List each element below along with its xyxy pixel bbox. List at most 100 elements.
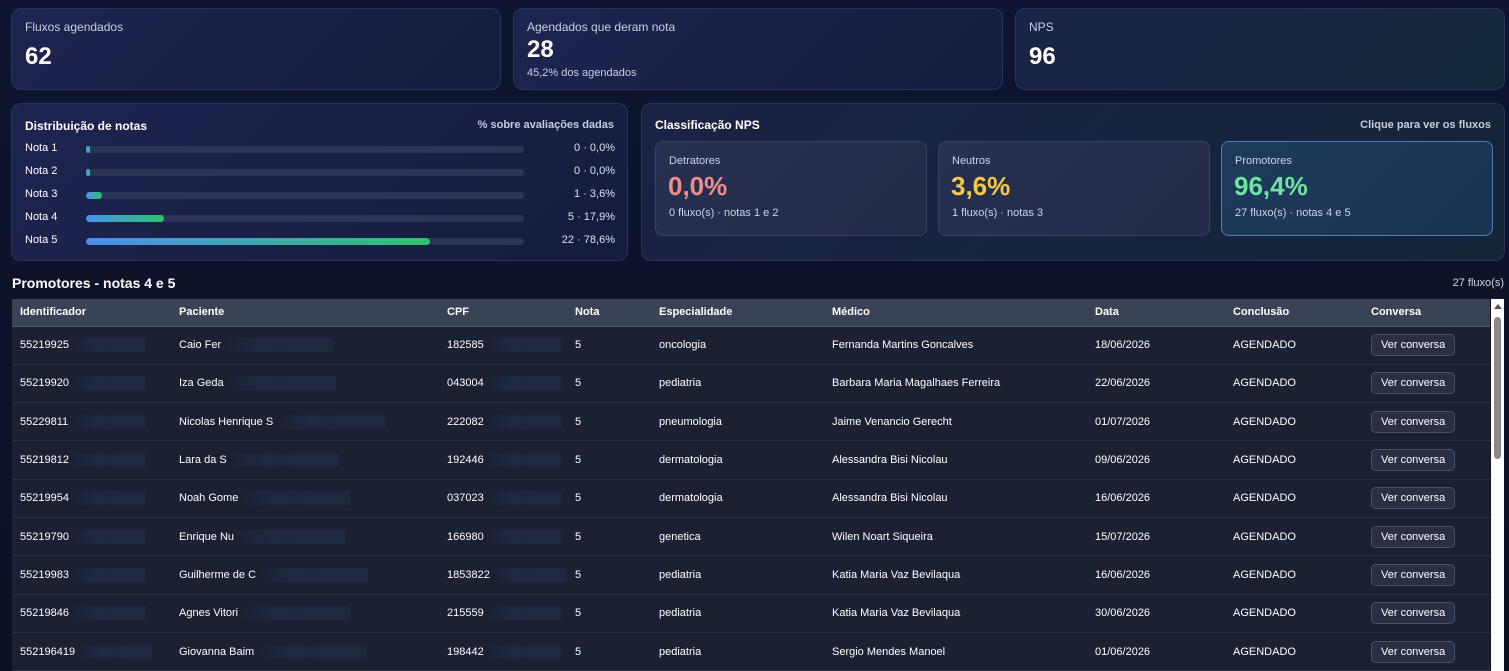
redaction-block (485, 414, 561, 429)
redaction-block (485, 606, 561, 621)
vertical-scrollbar[interactable] (1491, 299, 1504, 671)
cell-text: oncologia (659, 339, 707, 352)
cell-id: 55219920 (12, 364, 171, 402)
progress-track (86, 238, 524, 245)
redaction-block (485, 453, 561, 468)
cell-nota: 5 (567, 441, 651, 479)
redaction-block (236, 529, 347, 544)
ver-conversa-button[interactable]: Ver conversa (1371, 334, 1456, 357)
column-header[interactable]: Identificador (12, 299, 171, 327)
table-row[interactable]: 55219846 Agnes Vitori 215559 5 pediatria Kati… (12, 594, 1490, 633)
cell-text: AGENDADO (1233, 415, 1296, 428)
cell-conversa: Ver conversa (1363, 326, 1490, 364)
nps-box-neutros[interactable]: Neutros 3,6% 1 fluxo(s) · notas 3 (938, 141, 1210, 236)
column-header[interactable]: Especialidade (651, 299, 824, 327)
cell-text: 30/06/2026 (1095, 607, 1151, 620)
ver-conversa-button[interactable]: Ver conversa (1371, 410, 1456, 433)
nps-box-promotores[interactable]: Promotores 96,4% 27 fluxo(s) · notas 4 e… (1221, 141, 1493, 236)
table-row[interactable]: 55219790 Enrique Nu 166980 5 genetica Wilen N… (12, 517, 1490, 556)
cell-nota: 5 (567, 517, 651, 555)
column-header[interactable]: Conclusão (1225, 299, 1363, 327)
ver-conversa-button[interactable]: Ver conversa (1371, 563, 1456, 586)
ver-conversa-button[interactable]: Ver conversa (1371, 602, 1456, 625)
cell-nota: 5 (567, 594, 651, 632)
cell-text: pediatria (659, 568, 702, 581)
cell-text: 55219812 (20, 453, 69, 466)
cell-paciente: Caio Fer (171, 326, 439, 364)
table-row[interactable]: 55219920 Iza Geda 043004 5 pediatria Barbara … (12, 364, 1490, 403)
row-value: 5 · 17,9% (567, 211, 615, 223)
cell-medico: Katia Maria Vaz Bevilaqua (824, 594, 1087, 632)
column-header[interactable]: Paciente (171, 299, 439, 327)
redaction-block (70, 453, 146, 468)
redaction-block (256, 644, 367, 659)
cell-cpf: 166980 (439, 517, 567, 555)
redaction-block (70, 606, 146, 621)
cell-data: 01/07/2026 (1087, 403, 1225, 441)
cell-text: 55219983 (20, 568, 69, 581)
row-label: Nota 1 (25, 142, 58, 154)
table-row[interactable]: 55229811 Nicolas Henrique S 222082 5 pneumol… (12, 402, 1490, 441)
table-row[interactable]: 55219983 Guilherme de C 1853822 5 pediatria K… (12, 555, 1490, 595)
row-label: Nota 3 (25, 188, 58, 200)
table-row[interactable]: 55219954 Noah Gome 037023 5 dermatologia Ales… (12, 479, 1490, 518)
cell-conversa: Ver conversa (1363, 556, 1490, 594)
cell-id: 55219812 (12, 441, 171, 479)
table-row[interactable]: 552196419 Giovanna Baim 198442 5 pediatria Se… (12, 632, 1490, 671)
cell-text: 5 (575, 377, 582, 390)
cell-text: Sergio Mendes Manoel (832, 645, 946, 658)
ver-conversa-button[interactable]: Ver conversa (1371, 640, 1456, 663)
cell-cpf: 215559 (439, 594, 567, 632)
cell-text: 18/06/2026 (1095, 339, 1151, 352)
redaction-block (70, 491, 146, 506)
cell-text: Iza Geda (179, 377, 224, 390)
scrollbar-thumb[interactable] (1494, 317, 1501, 459)
ver-conversa-button[interactable]: Ver conversa (1371, 525, 1456, 548)
kpi-label: Fluxos agendados (25, 20, 124, 34)
redaction-block (491, 567, 567, 582)
progress-fill (86, 146, 90, 153)
cell-cpf: 222082 (439, 403, 567, 441)
cell-text: 037023 (447, 492, 484, 505)
cell-text: 22/06/2026 (1095, 377, 1151, 390)
scroll-up-arrow-icon[interactable] (1494, 304, 1502, 309)
cell-text: 55219790 (20, 530, 69, 543)
distribution-row-nota-2: Nota 2 0 · 0,0% (25, 164, 615, 180)
nps-box-detratores[interactable]: Detratores 0,0% 0 fluxo(s) · notas 1 e 2 (655, 141, 927, 236)
cell-cpf: 043004 (439, 364, 567, 402)
cell-text: AGENDADO (1233, 454, 1296, 467)
distribution-row-nota-3: Nota 3 1 · 3,6% (25, 187, 615, 203)
table-row[interactable]: 55219812 Lara da S 192446 5 dermatologia Ales… (12, 440, 1490, 480)
nps-box-value: 3,6% (951, 171, 1011, 201)
column-header[interactable]: Data (1087, 299, 1225, 327)
section-title: Promotores - notas 4 e 5 (12, 275, 176, 291)
column-header[interactable]: Nota (567, 299, 651, 327)
cell-text: 222082 (447, 415, 484, 428)
redaction-block (223, 338, 334, 353)
cell-esp: dermatologia (651, 479, 824, 517)
ver-conversa-button[interactable]: Ver conversa (1371, 487, 1456, 510)
distribution-row-nota-1: Nota 1 0 · 0,0% (25, 141, 615, 157)
cell-esp: pediatria (651, 594, 824, 632)
progress-track (86, 146, 524, 153)
cell-esp: oncologia (651, 326, 824, 364)
cell-conclusao: AGENDADO (1225, 479, 1363, 517)
cell-id: 55229811 (12, 403, 171, 441)
cell-text: 5 (575, 492, 582, 505)
cell-text: pediatria (659, 645, 702, 658)
cell-text: dermatologia (659, 492, 723, 505)
cell-esp: genetica (651, 517, 824, 555)
column-header[interactable]: Conversa (1363, 299, 1490, 327)
cell-conversa: Ver conversa (1363, 517, 1490, 555)
ver-conversa-button[interactable]: Ver conversa (1371, 372, 1456, 395)
cell-cpf: 198442 (439, 632, 567, 670)
cell-medico: Alessandra Bisi Nicolau (824, 441, 1087, 479)
cell-conclusao: AGENDADO (1225, 517, 1363, 555)
cell-paciente: Lara da S (171, 441, 439, 479)
kpi-card-agendados-nota: Agendados que deram nota 28 45,2% dos ag… (513, 8, 1003, 90)
column-header[interactable]: CPF (439, 299, 567, 327)
ver-conversa-button[interactable]: Ver conversa (1371, 449, 1456, 472)
promoters-table: Identificador Paciente CPF Nota Especialidad… (12, 299, 1504, 671)
table-row[interactable]: 55219925 Caio Fer 182585 5 oncologia Fernanda… (12, 326, 1490, 365)
column-header[interactable]: Médico (824, 299, 1087, 327)
